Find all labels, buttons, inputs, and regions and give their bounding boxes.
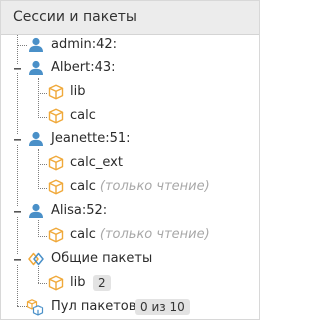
session-name: admin:42: [51,37,118,52]
tree-node-session-admin[interactable]: admin:42: [1,34,259,57]
sessions-packages-panel: Сессии и пакеты admin:42: Albert:43: lib… [0,0,260,320]
tree-node-package-calc-readonly[interactable]: calc (только чтение) [1,176,259,199]
collapse-icon[interactable] [13,64,22,73]
package-name: calc [70,179,96,194]
user-icon [29,203,43,218]
package-icon [48,84,64,100]
package-icon [48,179,64,195]
session-name: Jeanette:51: [51,131,131,146]
tree-node-package-pool[interactable]: Пул пакетов 0 из 10 [1,296,259,319]
package-name: calc [70,227,96,242]
package-icon [48,108,64,124]
session-name: Albert:43: [51,60,116,75]
package-icon [48,155,64,171]
collapse-icon[interactable] [13,255,22,264]
shared-link-icon [28,252,44,266]
user-icon [29,37,43,52]
package-icon [48,275,64,291]
package-pool-icon [26,299,44,316]
package-name: lib [70,275,86,290]
tree-node-package-lib[interactable]: lib [1,81,259,104]
tree-node-package-calc-ext[interactable]: calc_ext [1,152,259,175]
tree-node-package-calc-readonly[interactable]: calc (только чтение) [1,224,259,247]
shared-packages-title: Общие пакеты [51,251,153,266]
tree-node-session-alisa[interactable]: Alisa:52: [1,200,259,223]
package-icon [48,227,64,243]
package-pool-title: Пул пакетов [51,299,137,314]
readonly-suffix: (только чтение) [99,179,210,194]
package-name: calc_ext [70,155,123,170]
count-badge: 2 [93,275,111,291]
collapse-icon[interactable] [13,135,22,144]
package-name: calc [70,108,96,123]
collapse-icon[interactable] [13,207,22,216]
tree-node-session-albert[interactable]: Albert:43: [1,57,259,80]
tree-node-package-calc[interactable]: calc [1,105,259,128]
user-icon [29,60,43,75]
package-label: calc (только чтение) [70,227,210,242]
package-label: calc (только чтение) [70,179,210,194]
readonly-suffix: (только чтение) [99,227,210,242]
package-name: lib [70,84,86,99]
pool-usage-badge: 0 из 10 [135,299,190,315]
tree-node-session-jeanette[interactable]: Jeanette:51: [1,128,259,151]
tree-node-shared-packages[interactable]: Общие пакеты [1,248,259,271]
tree-node-shared-lib[interactable]: lib 2 [1,272,259,295]
session-tree: admin:42: Albert:43: lib calc Jeanette:5… [1,1,259,319]
user-icon [29,131,43,146]
session-name: Alisa:52: [51,203,108,218]
